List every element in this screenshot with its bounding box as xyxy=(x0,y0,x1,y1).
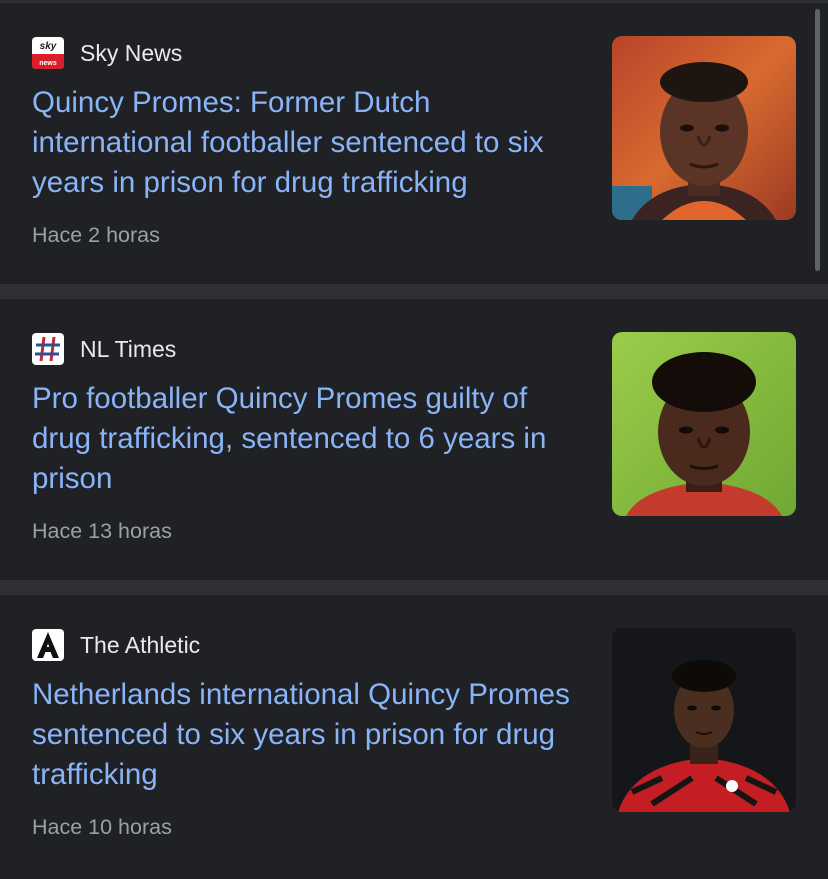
news-card[interactable]: sky news Sky News Quincy Promes: Former … xyxy=(0,3,828,284)
article-timestamp: Hace 13 horas xyxy=(32,519,172,543)
article-thumbnail[interactable] xyxy=(612,36,796,220)
nl-times-hash-logo-icon xyxy=(32,333,64,365)
article-headline-link[interactable]: Quincy Promes: Former Dutch internationa… xyxy=(32,83,580,203)
source-name: The Athletic xyxy=(80,631,201,658)
source-row: NL Times xyxy=(32,333,176,365)
news-card[interactable]: The Athletic Netherlands international Q… xyxy=(0,595,828,879)
news-feed: sky news Sky News Quincy Promes: Former … xyxy=(0,0,828,879)
article-thumbnail[interactable] xyxy=(612,332,796,516)
svg-text:sky: sky xyxy=(40,41,57,52)
sky-news-logo-icon: sky news xyxy=(32,37,64,69)
article-timestamp: Hace 2 horas xyxy=(32,223,160,247)
article-thumbnail[interactable] xyxy=(612,628,796,812)
source-name: NL Times xyxy=(80,335,177,362)
article-timestamp: Hace 10 horas xyxy=(32,815,172,839)
source-row: sky news Sky News xyxy=(32,37,182,69)
the-athletic-a-logo-icon xyxy=(32,629,64,661)
source-name: Sky News xyxy=(80,39,183,66)
article-headline-link[interactable]: Netherlands international Quincy Promes … xyxy=(32,675,580,795)
scrollbar[interactable] xyxy=(815,9,820,271)
svg-text:news: news xyxy=(39,60,57,67)
article-headline-link[interactable]: Pro footballer Quincy Promes guilty of d… xyxy=(32,379,580,499)
source-row: The Athletic xyxy=(32,629,200,661)
news-card[interactable]: NL Times Pro footballer Quincy Promes gu… xyxy=(0,299,828,580)
